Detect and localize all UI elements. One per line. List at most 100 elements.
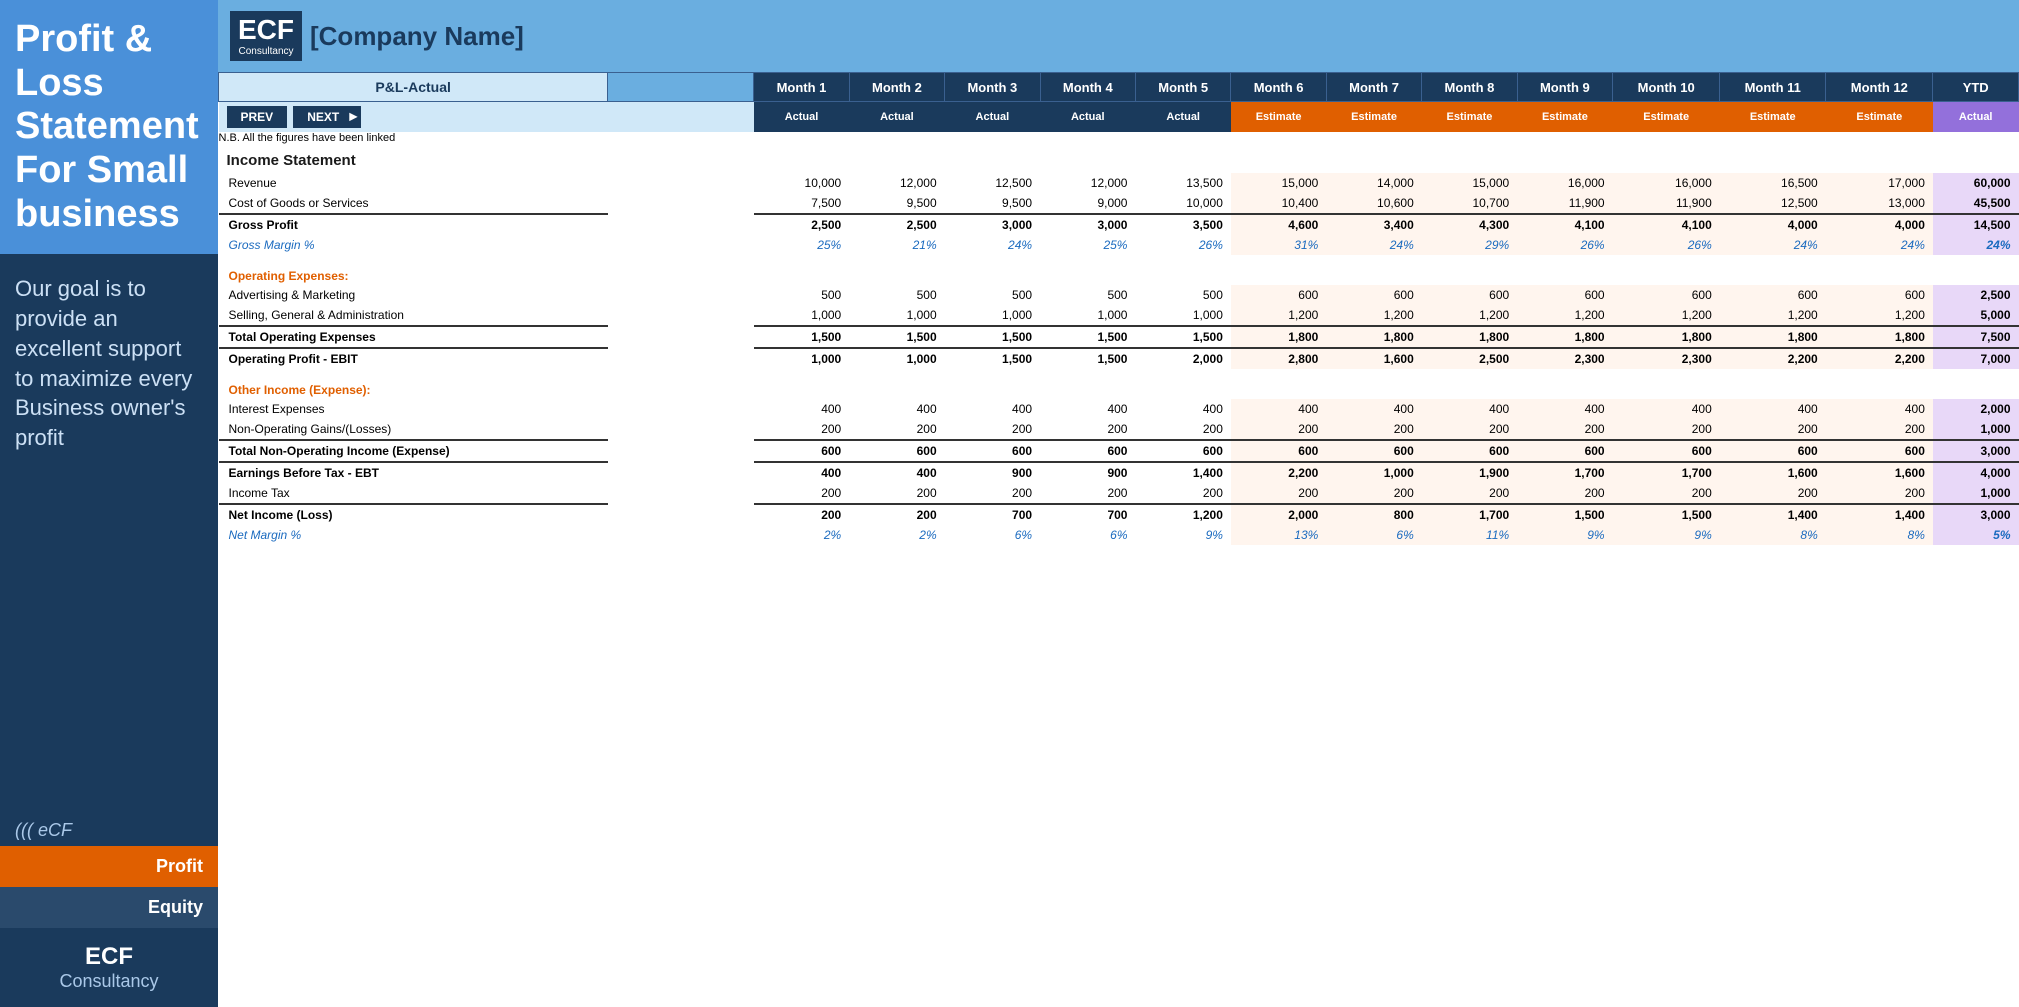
- cell-value: 12,000: [849, 173, 944, 193]
- month2-header: Month 2: [849, 73, 944, 102]
- cell-value: 700: [1040, 504, 1135, 525]
- header: ECF Consultancy [Company Name]: [218, 0, 2019, 72]
- cell-value: 400: [1613, 399, 1720, 419]
- table-row: Income Tax200200200200200200200200200200…: [219, 483, 2019, 504]
- table-row: Total Non-Operating Income (Expense)6006…: [219, 440, 2019, 462]
- cell-value: 1,200: [1326, 305, 1421, 326]
- cell-value: 24%: [1826, 235, 1933, 255]
- cell-value: 1,200: [1517, 305, 1612, 326]
- cell-value: 900: [945, 462, 1040, 483]
- cell-value: 1,700: [1517, 462, 1612, 483]
- row-nav-spacer: [608, 399, 754, 419]
- nav-header-cell: [608, 73, 754, 102]
- table-row: Total Operating Expenses1,5001,5001,5001…: [219, 326, 2019, 348]
- cell-value: 2,800: [1231, 348, 1326, 369]
- cell-value: 60,000: [1933, 173, 2019, 193]
- cell-value: 600: [1517, 440, 1612, 462]
- cell-value: 1,000: [945, 305, 1040, 326]
- cell-value: 1,400: [1135, 462, 1230, 483]
- cell-value: 1,900: [1422, 462, 1517, 483]
- cell-value: 2,000: [1135, 348, 1230, 369]
- row-nav-spacer: [608, 504, 754, 525]
- cell-value: 400: [849, 462, 944, 483]
- pnl-table: P&L-Actual Month 1 Month 2 Month 3 Month…: [218, 72, 2019, 545]
- cell-value: 1,500: [754, 326, 849, 348]
- row-label: Gross Margin %: [219, 235, 608, 255]
- cell-value: 2,300: [1517, 348, 1612, 369]
- cell-value: 1,600: [1720, 462, 1826, 483]
- cell-value: 14,000: [1326, 173, 1421, 193]
- cell-value: 12,500: [945, 173, 1040, 193]
- section-sub-header: Operating Expenses:: [219, 261, 2019, 285]
- actual3-header: Actual: [945, 102, 1040, 133]
- cell-value: 2,200: [1720, 348, 1826, 369]
- cell-value: 200: [1040, 483, 1135, 504]
- cell-value: 10,000: [1135, 193, 1230, 214]
- cell-value: 200: [1517, 483, 1612, 504]
- table-row: Selling, General & Administration1,0001,…: [219, 305, 2019, 326]
- cell-value: 400: [1422, 399, 1517, 419]
- cell-value: 200: [1720, 483, 1826, 504]
- cell-value: 4,300: [1422, 214, 1517, 235]
- actual5-header: Actual: [1135, 102, 1230, 133]
- cell-value: 10,400: [1231, 193, 1326, 214]
- row-nav-spacer: [608, 348, 754, 369]
- cell-value: 200: [1720, 419, 1826, 440]
- next-button[interactable]: NEXT: [293, 106, 361, 128]
- sidebar-footer-sub: Consultancy: [15, 971, 203, 992]
- cell-value: 9%: [1517, 525, 1612, 545]
- cell-value: 24%: [945, 235, 1040, 255]
- cell-value: 1,500: [1613, 504, 1720, 525]
- row-label: Net Margin %: [219, 525, 608, 545]
- cell-value: 1,000: [1326, 462, 1421, 483]
- row-nav-spacer: [608, 462, 754, 483]
- cell-value: 400: [1720, 399, 1826, 419]
- cell-value: 24%: [1720, 235, 1826, 255]
- sidebar: Profit & Loss Statement For Small busine…: [0, 0, 218, 1007]
- month7-header: Month 7: [1326, 73, 1421, 102]
- cell-value: 1,500: [945, 348, 1040, 369]
- row-label: Revenue: [219, 173, 608, 193]
- cell-value: 1,000: [1933, 483, 2019, 504]
- cell-value: 31%: [1231, 235, 1326, 255]
- cell-value: 1,800: [1422, 326, 1517, 348]
- main-content: ECF Consultancy [Company Name] P&L-Actua…: [218, 0, 2019, 1007]
- cell-value: 1,800: [1326, 326, 1421, 348]
- nav-spacer: [608, 102, 754, 133]
- cell-value: 16,500: [1720, 173, 1826, 193]
- cell-value: 600: [1720, 440, 1826, 462]
- prev-button[interactable]: PREV: [227, 106, 288, 128]
- cell-value: 1,500: [1040, 326, 1135, 348]
- cell-value: 1,200: [1720, 305, 1826, 326]
- cell-value: 21%: [849, 235, 944, 255]
- est9-header: Estimate: [1517, 102, 1612, 133]
- cell-value: 600: [1613, 285, 1720, 305]
- month8-header: Month 8: [1422, 73, 1517, 102]
- nav-profit-item[interactable]: Profit: [0, 846, 218, 887]
- cell-value: 7,500: [754, 193, 849, 214]
- cell-value: 8%: [1720, 525, 1826, 545]
- cell-value: 200: [849, 483, 944, 504]
- nav-equity-item[interactable]: Equity: [0, 887, 218, 928]
- row-label: Total Non-Operating Income (Expense): [219, 440, 608, 462]
- cell-value: 2,300: [1613, 348, 1720, 369]
- cell-value: 13,000: [1826, 193, 1933, 214]
- cell-value: 2,000: [1231, 504, 1326, 525]
- cell-value: 600: [1517, 285, 1612, 305]
- table-row: Cost of Goods or Services7,5009,5009,500…: [219, 193, 2019, 214]
- row-label: Non-Operating Gains/(Losses): [219, 419, 608, 440]
- cell-value: 200: [1231, 419, 1326, 440]
- cell-value: 500: [1040, 285, 1135, 305]
- ytd-row2-header: Actual: [1933, 102, 2019, 133]
- actual4-header: Actual: [1040, 102, 1135, 133]
- cell-value: 200: [1613, 419, 1720, 440]
- table-row: Interest Expenses40040040040040040040040…: [219, 399, 2019, 419]
- cell-value: 1,000: [754, 348, 849, 369]
- est8-header: Estimate: [1422, 102, 1517, 133]
- cell-value: 6%: [945, 525, 1040, 545]
- cell-value: 2,500: [754, 214, 849, 235]
- row-label: Income Tax: [219, 483, 608, 504]
- cell-value: 1,200: [1135, 504, 1230, 525]
- cell-value: 600: [1422, 440, 1517, 462]
- cell-value: 26%: [1135, 235, 1230, 255]
